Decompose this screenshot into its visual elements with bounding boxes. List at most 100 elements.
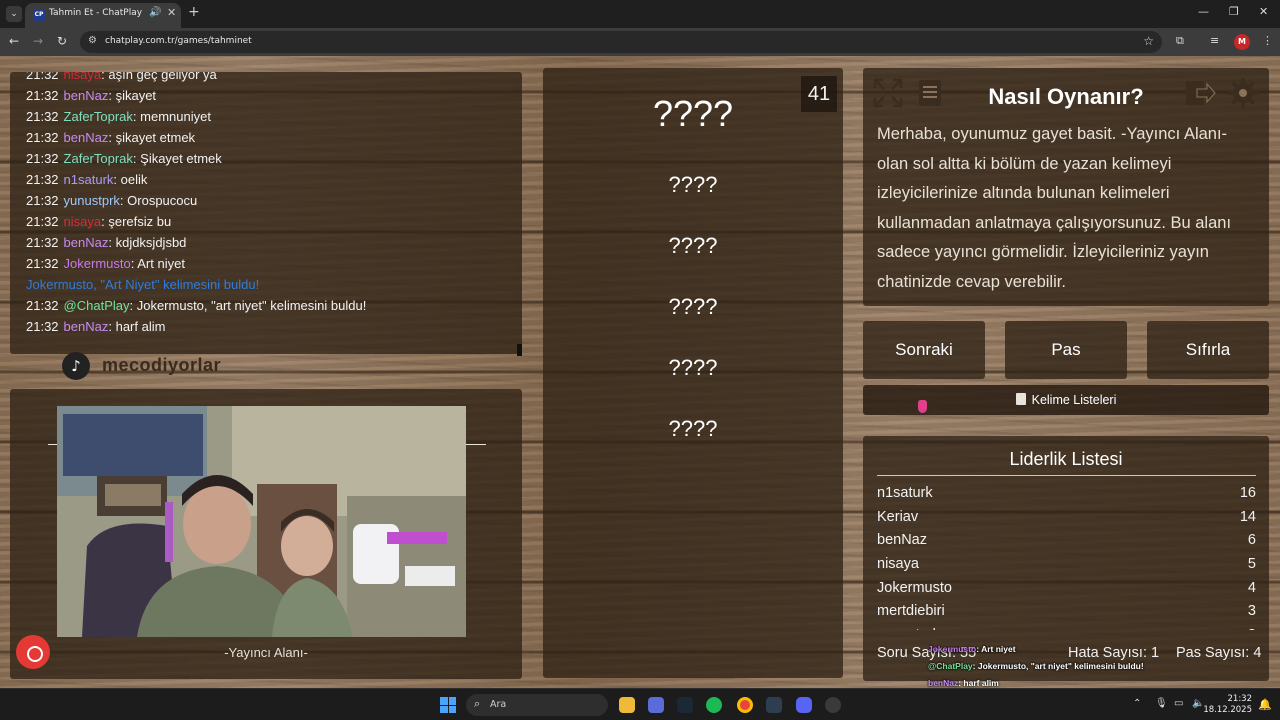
network-icon[interactable]: ▭	[1174, 698, 1183, 709]
leaderboard-row: yunustprk 3	[877, 624, 1256, 630]
chat-timestamp: 21:32	[26, 256, 59, 271]
tray-chevron-icon[interactable]: ⌃	[1133, 698, 1141, 709]
clock-date: 18.12.2025	[1203, 705, 1252, 715]
browser-tabstrip: ⌄ CP Tahmin Et - ChatPlay 🔊 ✕ + — ❐ ✕	[0, 0, 1280, 28]
overlay-text: : Art niyet	[976, 644, 1016, 654]
chat-username[interactable]: Jokermusto	[64, 256, 131, 271]
reload-icon[interactable]: ↻	[57, 34, 67, 48]
player-score: 4	[1247, 579, 1256, 596]
chat-username[interactable]: benNaz	[64, 88, 109, 103]
chat-text: : Jokermusto, "art niyet" kelimesini bul…	[129, 298, 367, 313]
pass-button[interactable]: Pas	[1005, 321, 1127, 379]
chat-message-list: 21:32 nisaya: aşın geç geliyor ya 21:32 ben…	[26, 72, 366, 337]
chat-username[interactable]: ZaferToprak	[64, 109, 133, 124]
steam-icon[interactable]	[677, 697, 693, 713]
chat-system-message: Jokermusto, "Art Niyet" kelimesini buldu…	[26, 274, 366, 295]
chat-text: : Art niyet	[130, 256, 185, 271]
chat-text: : aşın geç geliyor ya	[101, 72, 217, 82]
forward-arrow-icon[interactable]: →	[33, 34, 43, 48]
notepad-icon	[1015, 393, 1026, 405]
chat-username[interactable]: benNaz	[64, 319, 109, 334]
game-page: 21:32 nisaya: aşın geç geliyor ya 21:32 ben…	[0, 56, 1280, 688]
taskbar-search[interactable]: ⌕ Ara	[466, 694, 608, 716]
leaderboard-title: Liderlik Listesi	[1009, 449, 1123, 469]
extensions-icon[interactable]: ⧉	[1176, 34, 1184, 48]
settings-gear-icon[interactable]	[1226, 76, 1260, 110]
chrome-icon[interactable]	[737, 697, 753, 713]
media-control-icon[interactable]: ≡	[1210, 34, 1219, 47]
chat-username[interactable]: benNaz	[64, 235, 109, 250]
tab-search-button[interactable]: ⌄	[6, 6, 22, 22]
clock-time: 21:32	[1227, 694, 1253, 704]
browser-tab[interactable]: CP Tahmin Et - ChatPlay 🔊 ✕	[25, 3, 181, 28]
record-button[interactable]	[16, 635, 50, 669]
url-text[interactable]: chatplay.com.tr/games/tahminet	[105, 36, 252, 46]
spotify-icon[interactable]	[706, 697, 722, 713]
obs-icon[interactable]	[825, 697, 841, 713]
chat-message: 21:32 benNaz: kdjdksjdjsbd	[26, 232, 366, 253]
speaker-icon[interactable]: 🔊	[149, 7, 161, 18]
player-score: 3	[1247, 603, 1256, 620]
chat-username[interactable]: benNaz	[64, 130, 109, 145]
window-close-icon[interactable]: ✕	[1259, 5, 1268, 18]
address-bar[interactable]: ⚙ chatplay.com.tr/games/tahminet ☆	[80, 31, 1162, 53]
system-message-text: Jokermusto, "Art Niyet" kelimesini buldu…	[26, 277, 260, 292]
chat-timestamp: 21:32	[26, 319, 59, 334]
restore-icon[interactable]: ❐	[1229, 5, 1239, 18]
notification-icon[interactable]: 🔔	[1258, 698, 1272, 711]
chat-timestamp: 21:32	[26, 298, 59, 313]
chat-username[interactable]: nisaya	[64, 214, 102, 229]
chat-username[interactable]: ZaferToprak	[64, 151, 133, 166]
chat-message: 21:32 benNaz: şikayet	[26, 85, 366, 106]
player-score: 5	[1247, 556, 1256, 573]
bookmark-star-icon[interactable]: ☆	[1143, 34, 1154, 48]
app-icon[interactable]	[766, 697, 782, 713]
store-icon[interactable]	[648, 697, 664, 713]
chat-message: 21:32 nisaya: aşın geç geliyor ya	[26, 72, 366, 85]
chat-username[interactable]: @ChatPlay	[64, 298, 130, 313]
chat-text: : Şikayet etmek	[132, 151, 222, 166]
leaderboard-row: n1saturk 16	[877, 482, 1256, 506]
more-menu-icon[interactable]: ⋮	[1262, 34, 1273, 47]
mouse-cursor-icon	[918, 400, 927, 413]
chat-username[interactable]: n1saturk	[64, 172, 114, 187]
chat-message: 21:32 n1saturk: oelik	[26, 169, 366, 190]
chat-timestamp: 21:32	[26, 72, 59, 82]
new-tab-button[interactable]: +	[188, 4, 200, 20]
leaderboard-list[interactable]: n1saturk 16 Keriav 14 benNaz 6 nisaya 5 Jokermus…	[877, 482, 1256, 630]
chat-text: : Orospucocu	[119, 193, 198, 208]
search-icon: ⌕	[474, 697, 481, 710]
back-arrow-icon[interactable]: ←	[9, 34, 19, 48]
chat-text: : kdjdksjdjsbd	[108, 235, 187, 250]
divider	[877, 475, 1256, 476]
exit-icon[interactable]	[1183, 76, 1217, 110]
streamer-area: -Yayıncı Alanı-	[10, 389, 522, 679]
chat-username[interactable]: yunustprk	[64, 193, 120, 208]
taskbar-clock[interactable]: 21:32 18.12.2025	[1200, 694, 1252, 716]
player-name: Keriav	[877, 508, 919, 525]
reset-button[interactable]: Sıfırla	[1147, 321, 1269, 379]
overlay-message: Jokermusto: Art niyet	[928, 641, 1188, 658]
player-name: benNaz	[877, 532, 927, 549]
next-button[interactable]: Sonraki	[863, 321, 985, 379]
how-to-play-panel: Nasıl Oynanır? Merhaba, oyunumuz gayet b…	[863, 68, 1269, 306]
chat-scrollbar[interactable]	[517, 344, 522, 356]
divider	[466, 444, 486, 445]
minimize-icon[interactable]: —	[1198, 5, 1209, 18]
profile-avatar[interactable]: M	[1234, 34, 1250, 50]
overlay-username: benNaz	[928, 678, 959, 688]
chat-username[interactable]: nisaya	[64, 72, 102, 82]
webcam-feed	[57, 406, 466, 637]
site-info-icon[interactable]: ⚙	[88, 35, 97, 46]
file-explorer-icon[interactable]	[619, 697, 635, 713]
overlay-text: : harf alim	[958, 678, 999, 688]
discord-icon[interactable]	[796, 697, 812, 713]
microphone-icon[interactable]: 🎙	[1155, 698, 1168, 709]
main-word: ????	[652, 93, 734, 134]
windows-start-icon[interactable]	[440, 697, 456, 713]
webcam-image	[57, 406, 466, 637]
player-name: mertdiebiri	[877, 603, 945, 620]
overlay-chat: Jokermusto: Art niyet @ChatPlay: Jokermus…	[928, 641, 1188, 688]
forbidden-word: ????	[668, 355, 718, 380]
close-icon[interactable]: ✕	[167, 6, 176, 19]
